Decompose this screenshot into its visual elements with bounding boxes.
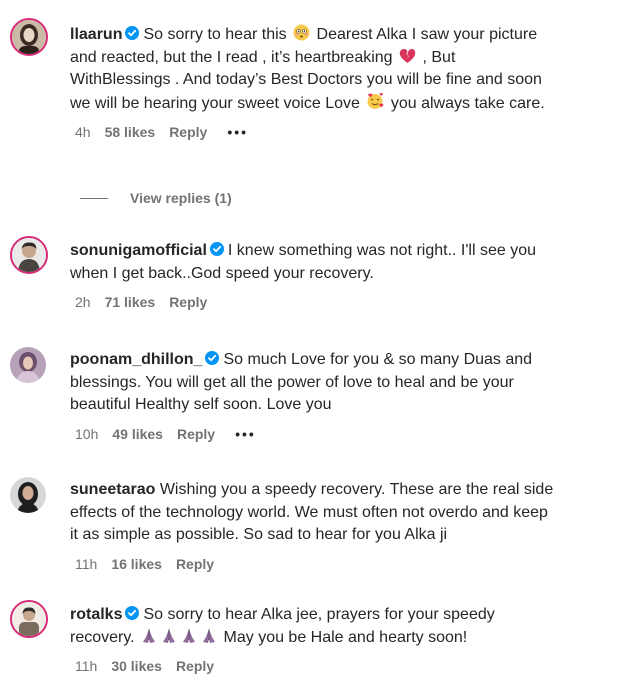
comment-meta: 10h 49 likes Reply ••• [70, 423, 560, 446]
comment-meta: 11h 16 likes Reply [70, 553, 560, 576]
comment-meta: 11h 30 likes Reply [70, 655, 560, 678]
comment-username[interactable]: rotalks [70, 606, 122, 623]
more-options-icon[interactable]: ••• [235, 423, 256, 446]
folded-hands-emoji [203, 628, 216, 643]
comment-time: 2h [75, 294, 91, 310]
likes-count[interactable]: 58 likes [105, 121, 156, 144]
comment-username[interactable]: suneetarao [70, 481, 155, 498]
flushed-face-emoji [293, 24, 310, 41]
reply-button[interactable]: Reply [177, 423, 215, 446]
comment-time: 4h [75, 124, 91, 140]
view-replies-label: View replies (1) [130, 190, 232, 206]
verified-badge-icon [205, 351, 220, 365]
comment-text: So sorry to hear this [143, 26, 287, 43]
comment-meta: 4h 58 likes Reply ••• [70, 121, 560, 144]
reply-button[interactable]: Reply [169, 121, 207, 144]
avatar-image [12, 602, 46, 636]
comment-text: May you be Hale and hearty soon! [223, 628, 468, 646]
avatar[interactable] [10, 18, 48, 56]
verified-badge-icon [209, 242, 224, 256]
comment-meta: 2h 71 likes Reply [70, 291, 560, 314]
reply-button[interactable]: Reply [176, 655, 214, 678]
smiling-face-with-hearts-emoji [367, 92, 384, 109]
likes-count[interactable]: 71 likes [105, 291, 156, 314]
comment-time: 11h [75, 658, 98, 674]
avatar-image [12, 20, 46, 54]
divider-line [80, 197, 108, 199]
avatar[interactable] [10, 236, 48, 274]
avatar[interactable] [10, 477, 46, 513]
avatar-image [10, 477, 46, 513]
view-replies-button[interactable]: View replies (1) [80, 190, 232, 206]
comment-username[interactable]: llaarun [70, 26, 122, 43]
avatar[interactable] [10, 600, 48, 638]
comment-username[interactable]: sonunigamofficial [70, 242, 207, 259]
likes-count[interactable]: 30 likes [111, 655, 162, 678]
verified-badge-icon [125, 26, 140, 40]
comment-text: you always take care. [390, 94, 545, 112]
broken-heart-emoji [399, 48, 416, 63]
verified-badge-icon [125, 606, 140, 620]
avatar-image [10, 347, 46, 383]
reply-button[interactable]: Reply [176, 553, 214, 576]
comment-time: 11h [75, 555, 98, 572]
folded-hands-emoji [183, 628, 196, 643]
comment-username[interactable]: poonam_dhillon_ [70, 351, 202, 368]
likes-count[interactable]: 49 likes [112, 423, 163, 446]
likes-count[interactable]: 16 likes [111, 553, 162, 576]
folded-hands-emoji [143, 628, 156, 643]
avatar-image [12, 238, 46, 272]
avatar[interactable] [10, 347, 46, 383]
folded-hands-emoji [163, 628, 176, 643]
reply-button[interactable]: Reply [169, 291, 207, 314]
comment-time: 10h [75, 425, 99, 442]
more-options-icon[interactable]: ••• [227, 121, 248, 144]
